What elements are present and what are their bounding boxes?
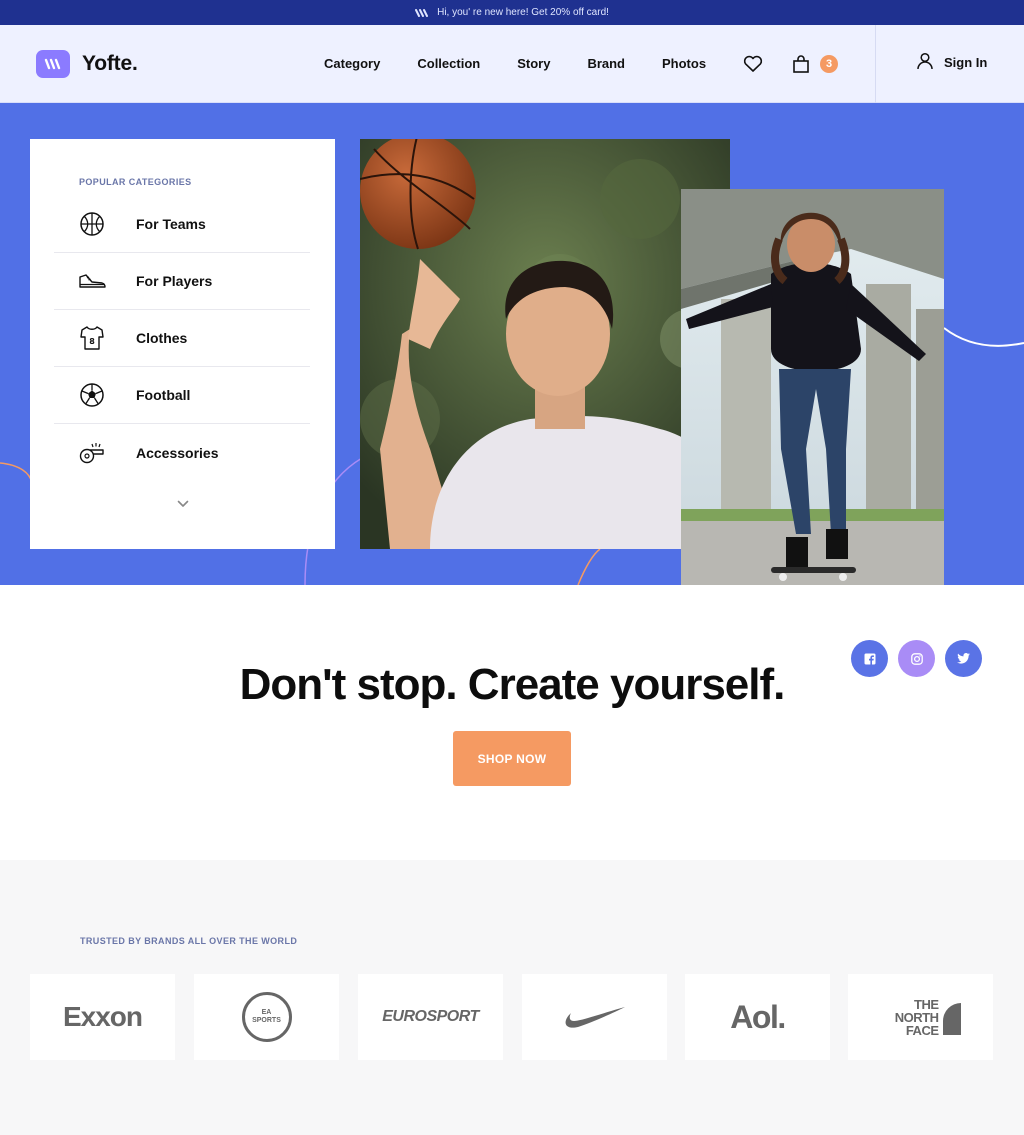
chevron-down-icon[interactable] bbox=[173, 494, 193, 514]
hero-photo-basketball-player bbox=[360, 139, 730, 549]
category-label: Football bbox=[136, 387, 191, 403]
nav-photos[interactable]: Photos bbox=[662, 56, 706, 71]
sign-in-label: Sign In bbox=[944, 55, 988, 70]
hero-section: POPULAR CATEGORIES For Teams For Players… bbox=[0, 103, 1024, 585]
nav-collection[interactable]: Collection bbox=[417, 56, 480, 71]
hero-photo-skateboarder bbox=[681, 189, 944, 585]
brands-heading: TRUSTED BY BRANDS ALL OVER THE WORLD bbox=[80, 936, 298, 946]
whistle-icon bbox=[78, 439, 106, 467]
announcement-bar: Hi, you' re new here! Get 20% off card! bbox=[0, 0, 1024, 25]
category-list: For Teams For Players 8 Clothes Football bbox=[54, 196, 310, 481]
main-nav: Category Collection Story Brand Photos bbox=[324, 56, 706, 71]
category-label: For Teams bbox=[136, 216, 206, 232]
brand-mark-icon bbox=[415, 8, 429, 18]
categories-heading: POPULAR CATEGORIES bbox=[79, 177, 192, 187]
brand-mark-icon bbox=[36, 50, 70, 78]
category-label: Clothes bbox=[136, 330, 188, 346]
brand-logo-text: EA SPORTS bbox=[252, 1009, 281, 1024]
nav-story[interactable]: Story bbox=[517, 56, 550, 71]
category-item-clothes[interactable]: 8 Clothes bbox=[54, 310, 310, 367]
shop-now-button[interactable]: SHOP NOW bbox=[453, 731, 571, 786]
svg-text:8: 8 bbox=[89, 337, 95, 346]
user-icon bbox=[916, 52, 934, 73]
trusted-brands-section: TRUSTED BY BRANDS ALL OVER THE WORLD Exx… bbox=[0, 860, 1024, 1135]
ea-sports-seal: EA SPORTS bbox=[241, 992, 292, 1042]
cart-count-badge: 3 bbox=[820, 55, 838, 73]
category-item-football[interactable]: Football bbox=[54, 367, 310, 424]
sneaker-icon bbox=[78, 267, 106, 295]
brand-logo-aol[interactable]: Aol. bbox=[685, 974, 830, 1060]
brand-logo-text: Exxon bbox=[62, 1001, 143, 1032]
brand-name: Yofte. bbox=[82, 52, 138, 75]
category-item-accessories[interactable]: Accessories bbox=[54, 424, 310, 481]
soccer-ball-icon bbox=[78, 381, 106, 409]
brand-logo-text: EUROSPORT bbox=[382, 1008, 479, 1025]
header-divider bbox=[875, 25, 876, 103]
brand-logo-exxon[interactable]: Exxon bbox=[30, 974, 175, 1060]
north-face-mark-icon bbox=[942, 1003, 961, 1035]
brand-logo-text: THE NORTH FACE bbox=[894, 996, 939, 1038]
brand-logo-text: Aol. bbox=[730, 998, 786, 1035]
announcement-text: Hi, you' re new here! Get 20% off card! bbox=[437, 7, 609, 18]
brand-logo-the-north-face[interactable]: THE NORTH FACE bbox=[848, 974, 993, 1060]
brand-logo-nike[interactable] bbox=[522, 974, 667, 1060]
nav-brand[interactable]: Brand bbox=[587, 56, 625, 71]
jersey-icon: 8 bbox=[78, 324, 106, 352]
sign-in-button[interactable]: Sign In bbox=[916, 52, 987, 73]
category-label: For Players bbox=[136, 273, 213, 289]
basketball-icon bbox=[78, 210, 106, 238]
shopping-bag-icon[interactable] bbox=[790, 53, 812, 75]
category-label: Accessories bbox=[136, 444, 219, 461]
nike-swoosh-icon bbox=[565, 1007, 625, 1028]
category-item-for-teams[interactable]: For Teams bbox=[54, 196, 310, 253]
nav-category[interactable]: Category bbox=[324, 56, 380, 71]
hero-tagline: Don't stop. Create yourself. bbox=[239, 660, 786, 709]
popular-categories-card: POPULAR CATEGORIES For Teams For Players… bbox=[30, 139, 335, 549]
brand-logo-eurosport[interactable]: EUROSPORT bbox=[358, 974, 503, 1060]
brand-logo-ea-sports[interactable]: EA SPORTS bbox=[194, 974, 339, 1060]
tagline-section: Don't stop. Create yourself. SHOP NOW bbox=[0, 585, 1024, 860]
site-header: Yofte. Category Collection Story Brand P… bbox=[0, 25, 1024, 103]
heart-icon[interactable] bbox=[742, 53, 764, 75]
brand-logo[interactable]: Yofte. bbox=[36, 50, 138, 78]
category-item-for-players[interactable]: For Players bbox=[54, 253, 310, 310]
